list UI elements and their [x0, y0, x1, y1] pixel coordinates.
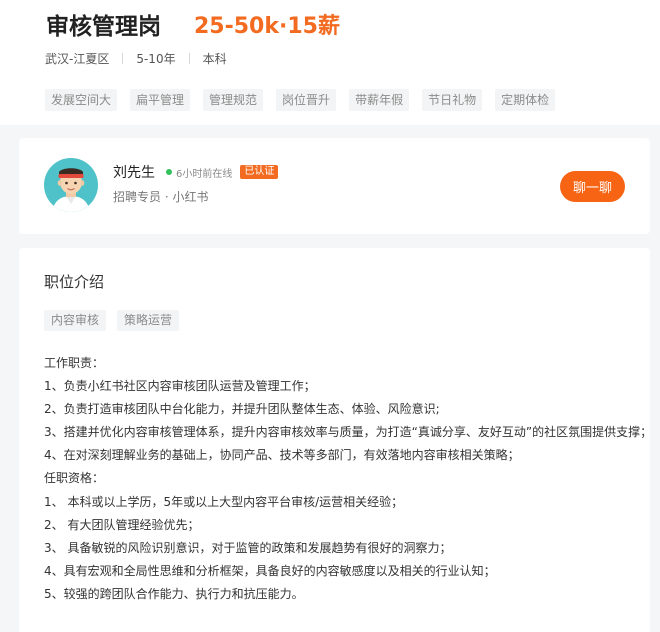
description-line: 5、较强的跨团队合作能力、执行力和抗压能力。	[44, 586, 304, 601]
benefit-tag: 节日礼物	[422, 89, 483, 111]
job-location: 武汉-江夏区	[45, 51, 110, 66]
online-dot-icon	[166, 169, 172, 175]
avatar-illustration	[44, 158, 98, 212]
job-header: 审核管理岗 25-50k·15薪 武汉-江夏区 5-10年 本科 发展空间大 扁…	[0, 0, 660, 125]
description-line: 3、搭建并优化内容审核管理体系，提升内容审核效率与质量，为打造“真诚分享、友好互…	[44, 425, 653, 440]
recruiter-name-row: 刘先生 6小时前在线 已认证	[113, 162, 279, 182]
benefit-tag: 定期体检	[495, 89, 556, 111]
salary: 25-50k·15薪	[194, 14, 340, 39]
description-line: 4、具有宏观和全局性思维和分析框架，具备良好的内容敏感度以及相关的行业认知；	[44, 563, 496, 578]
chat-button[interactable]: 聊一聊	[560, 171, 625, 202]
online-status: 6小时前在线	[176, 168, 233, 180]
skill-tags: 内容审核 策略运营	[44, 310, 190, 331]
description-heading: 职位介绍	[44, 273, 105, 291]
job-title: 审核管理岗	[46, 14, 161, 40]
description-line: 工作职责：	[44, 356, 105, 370]
skill-tag: 策略运营	[117, 310, 180, 331]
recruiter-title: 招聘专员 · 小红书	[113, 190, 209, 204]
recruiter-name: 刘先生	[113, 165, 155, 181]
job-meta: 武汉-江夏区 5-10年 本科	[45, 49, 227, 67]
description-line: 1、负责小红书社区内容审核团队运营及管理工作；	[44, 379, 316, 394]
meta-divider	[188, 52, 190, 64]
description-line: 3、 具备敏锐的风险识别意识，对于监管的政策和发展趋势有很好的洞察力；	[44, 540, 452, 555]
benefit-tag: 发展空间大	[45, 89, 118, 111]
benefit-tag: 岗位晋升	[276, 89, 337, 111]
verified-badge: 已认证	[240, 165, 279, 179]
description-line: 2、负责打造审核团队中台化能力，并提升团队整体生态、体验、风险意识;	[44, 402, 440, 417]
benefit-tag: 扁平管理	[130, 89, 191, 111]
description-line: 1、 本科或以上学历，5年或以上大型内容平台审核/运营相关经验；	[44, 494, 404, 509]
description-line: 2、 有大团队管理经验优先；	[44, 517, 200, 532]
description-line: 4、在对深刻理解业务的基础上，协同产品、技术等多部门，有效落地内容审核相关策略；	[44, 448, 520, 463]
benefit-tag: 带薪年假	[349, 89, 410, 111]
meta-divider	[122, 52, 124, 64]
benefit-tags: 发展空间大 扁平管理 管理规范 岗位晋升 带薪年假 节日礼物 定期体检	[45, 89, 568, 111]
description-line: 任职资格：	[44, 471, 105, 486]
description-text: 工作职责： 1、负责小红书社区内容审核团队运营及管理工作； 2、负责打造审核团队…	[44, 352, 653, 606]
recruiter-card: 刘先生 6小时前在线 已认证 招聘专员 · 小红书 聊一聊	[19, 138, 650, 234]
recruiter-avatar-icon[interactable]	[44, 158, 98, 212]
title-row: 审核管理岗 25-50k·15薪	[46, 8, 340, 40]
skill-tag: 内容审核	[44, 310, 107, 331]
job-description-card: 职位介绍 内容审核 策略运营 工作职责： 1、负责小红书社区内容审核团队运营及管…	[19, 248, 653, 632]
job-experience: 5-10年	[136, 51, 176, 66]
job-education: 本科	[202, 51, 227, 66]
benefit-tag: 管理规范	[203, 89, 264, 111]
